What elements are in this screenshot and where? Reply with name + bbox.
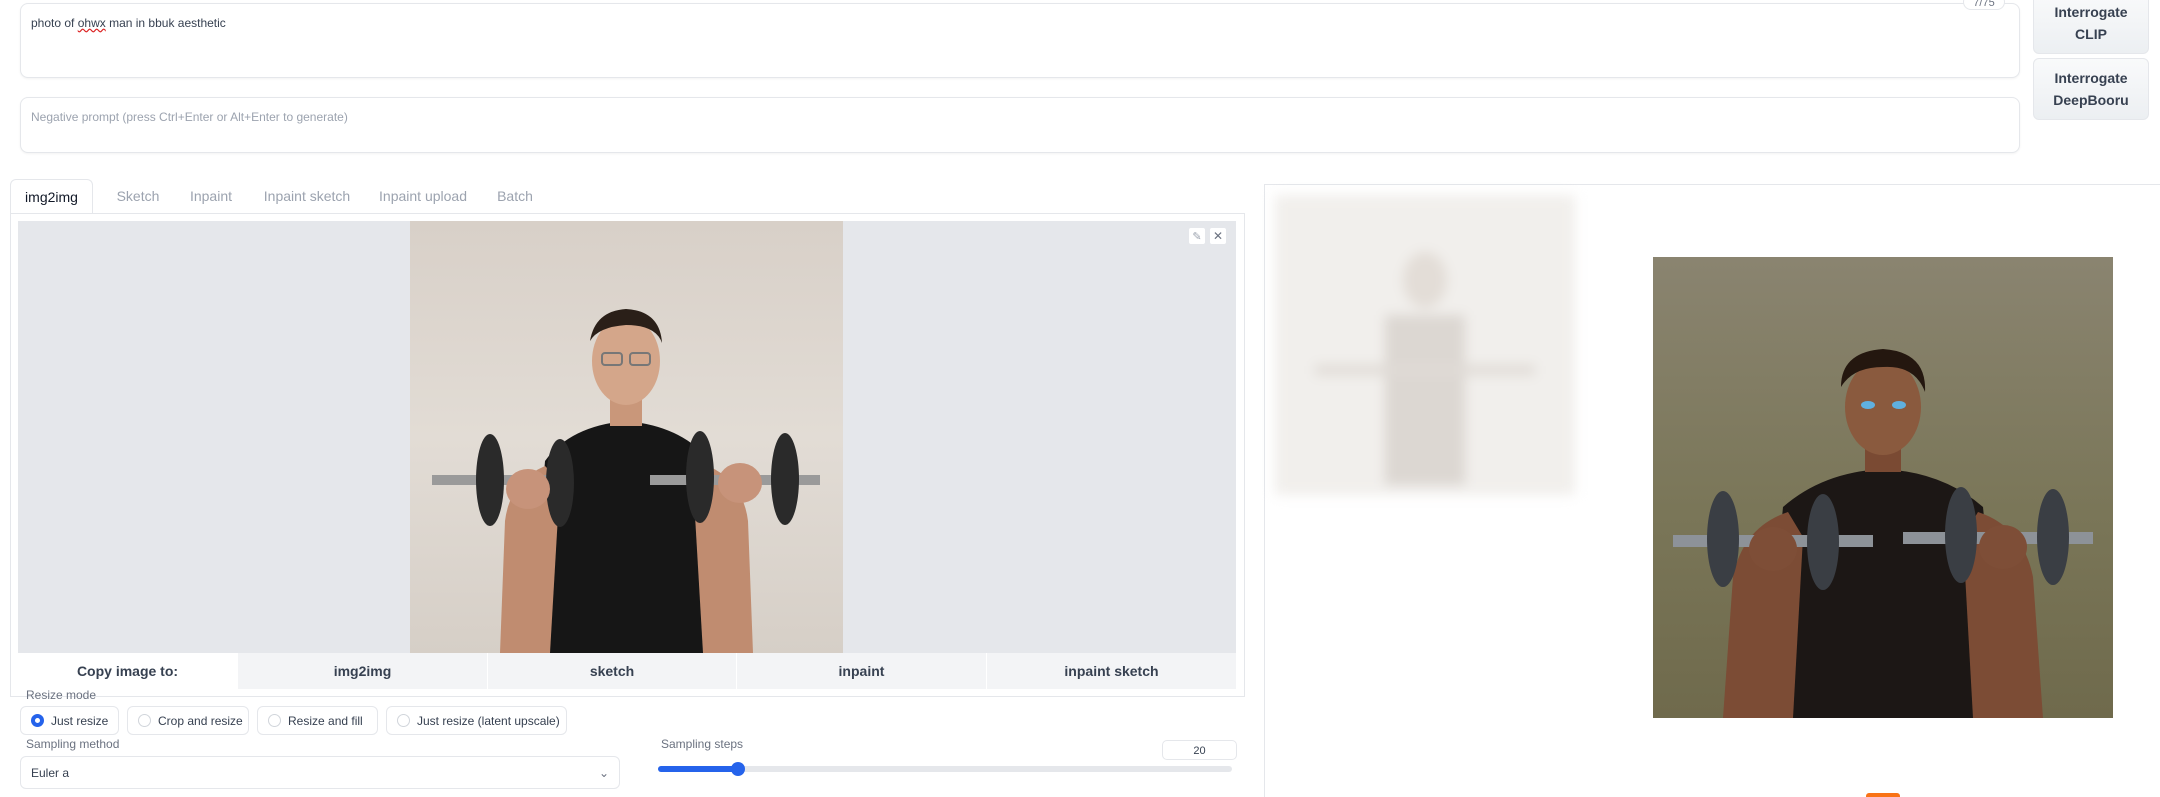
- copy-to-inpaint-button[interactable]: inpaint: [737, 653, 986, 689]
- sampling-steps-slider-track[interactable]: [658, 762, 1232, 776]
- negative-prompt-input[interactable]: Negative prompt (press Ctrl+Enter or Alt…: [20, 97, 2020, 153]
- resize-option-resize-and-fill[interactable]: Resize and fill: [257, 706, 378, 735]
- radio-icon: [138, 714, 151, 727]
- tab-bar: img2img Sketch Inpaint Inpaint sketch In…: [10, 179, 1245, 214]
- output-image[interactable]: [1653, 257, 2113, 718]
- tab-inpaint-sketch[interactable]: Inpaint sketch: [248, 179, 366, 213]
- copy-image-label: Copy image to:: [18, 653, 237, 689]
- resize-option-label: Crop and resize: [158, 713, 243, 728]
- chevron-down-icon: ⌄: [598, 765, 609, 780]
- misspelled-word: ohwx: [77, 16, 106, 30]
- sampling-steps-label: Sampling steps: [661, 737, 744, 751]
- sampling-steps-slider-fill: [658, 766, 739, 772]
- resize-option-label: Just resize: [51, 713, 109, 728]
- tab-inpaint[interactable]: Inpaint: [174, 179, 248, 213]
- interrogate-clip-button[interactable]: Interrogate CLIP: [2033, 0, 2149, 54]
- interrogate-clip-label: Interrogate CLIP: [2054, 4, 2128, 42]
- tab-batch[interactable]: Batch: [480, 179, 550, 213]
- resize-option-latent-upscale[interactable]: Just resize (latent upscale): [386, 706, 567, 735]
- progress-indicator: [1866, 793, 1900, 797]
- token-counter: 7/75: [1963, 0, 2005, 10]
- copy-to-inpaint-sketch-button[interactable]: inpaint sketch: [987, 653, 1236, 689]
- tab-img2img[interactable]: img2img: [10, 179, 93, 214]
- sampling-method-label: Sampling method: [26, 737, 120, 751]
- interrogate-deepbooru-button[interactable]: Interrogate DeepBooru: [2033, 58, 2149, 120]
- sampling-steps-input[interactable]: 20: [1162, 740, 1237, 760]
- resize-option-label: Just resize (latent upscale): [417, 713, 560, 728]
- input-photo: [410, 221, 843, 653]
- sampling-method-select[interactable]: Euler a ⌄: [20, 756, 620, 789]
- output-thumbnail-blurred: [1275, 195, 1575, 495]
- prompt-text: photo of ohwx man in bbuk aesthetic: [31, 16, 226, 30]
- resize-option-label: Resize and fill: [288, 713, 363, 728]
- interrogate-deepbooru-label: Interrogate DeepBooru: [2053, 70, 2129, 108]
- radio-icon: [397, 714, 410, 727]
- sampling-method-value: Euler a: [31, 765, 70, 780]
- copy-to-sketch-button[interactable]: sketch: [488, 653, 736, 689]
- radio-icon: [268, 714, 281, 727]
- close-icon[interactable]: ✕: [1209, 227, 1227, 245]
- edit-icon[interactable]: ✎: [1188, 227, 1206, 245]
- radio-selected-icon: [31, 714, 44, 727]
- sampling-steps-slider-thumb[interactable]: [731, 762, 746, 776]
- resize-option-crop-and-resize[interactable]: Crop and resize: [127, 706, 249, 735]
- tab-sketch[interactable]: Sketch: [100, 179, 176, 213]
- negative-prompt-placeholder: Negative prompt (press Ctrl+Enter or Alt…: [31, 110, 348, 124]
- copy-to-img2img-button[interactable]: img2img: [238, 653, 487, 689]
- prompt-input[interactable]: photo of ohwx man in bbuk aesthetic: [20, 3, 2020, 78]
- resize-mode-label: Resize mode: [26, 688, 97, 702]
- tab-inpaint-upload[interactable]: Inpaint upload: [364, 179, 482, 213]
- resize-option-just-resize[interactable]: Just resize: [20, 706, 119, 735]
- image-canvas[interactable]: ✎ ✕: [18, 221, 1236, 653]
